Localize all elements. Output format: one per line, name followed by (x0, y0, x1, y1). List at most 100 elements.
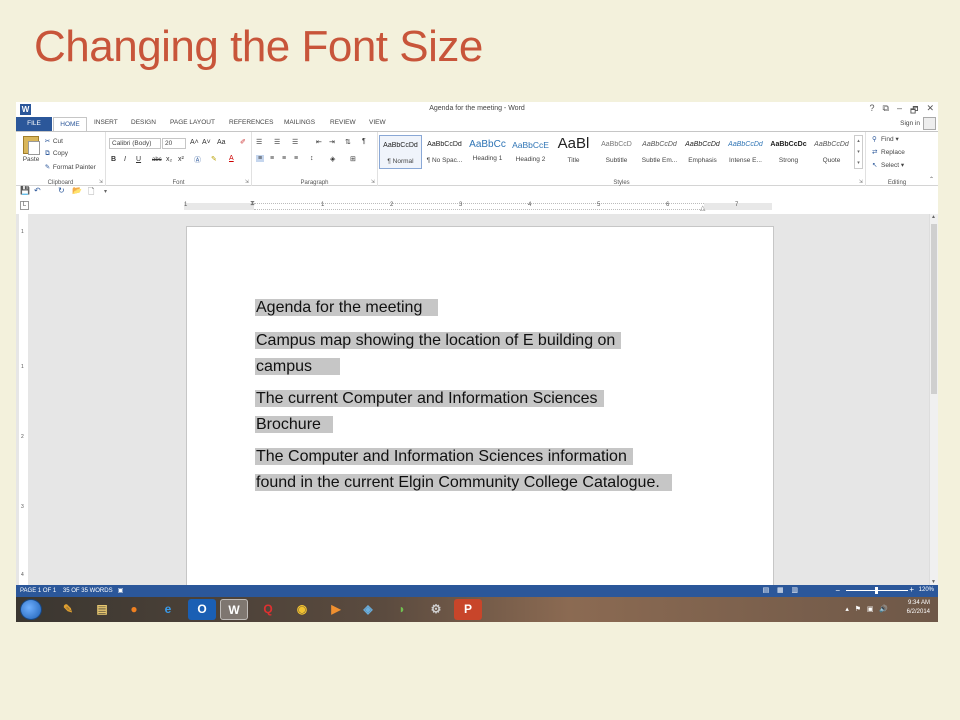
tab-mailings[interactable]: MAILINGS (284, 119, 315, 126)
tab-view[interactable]: VIEW (369, 119, 386, 126)
indent-marker-icon[interactable]: ⧗ (250, 200, 255, 208)
start-button[interactable] (20, 599, 42, 620)
network-icon[interactable]: ▣ (867, 606, 874, 613)
find-button[interactable]: ⚲ Find ▾ (872, 135, 899, 143)
borders-icon[interactable]: ⊞ (350, 155, 356, 163)
taskbar-app-media[interactable]: ▶ (322, 599, 350, 620)
font-launcher-icon[interactable]: ⇲ (245, 179, 249, 185)
taskbar-app-ie[interactable]: e (154, 599, 182, 620)
bold-button[interactable]: B (111, 156, 116, 163)
open-icon[interactable]: 📂 (72, 186, 82, 195)
select-button[interactable]: ↖ Select ▾ (872, 161, 904, 169)
styles-launcher-icon[interactable]: ⇲ (859, 179, 863, 185)
replace-button[interactable]: ⇄ Replace (872, 148, 905, 156)
font-name-box[interactable]: Calibri (Body) (109, 138, 161, 149)
numbering-icon[interactable]: ☰ (274, 138, 280, 146)
vertical-scrollbar[interactable]: ▲ ▼ (929, 214, 938, 585)
scroll-up-icon[interactable]: ▲ (931, 214, 936, 220)
change-case-button[interactable]: Aa (217, 139, 226, 146)
clipboard-launcher-icon[interactable]: ⇲ (99, 179, 103, 185)
highlight-icon[interactable]: ✎ (211, 155, 217, 163)
paste-button[interactable]: Paste (20, 136, 42, 172)
redo-icon[interactable]: ↻ (58, 186, 65, 195)
horizontal-ruler[interactable]: 1 1 2 3 4 5 6 7 ⧗ △ (184, 200, 772, 212)
strikethrough-button[interactable]: abc (152, 157, 162, 163)
style-strong[interactable]: AaBbCcDc Strong (767, 135, 810, 169)
align-center-icon[interactable]: ≡ (270, 155, 274, 162)
show-formatting-button[interactable]: ¶ (362, 138, 366, 145)
sign-in-link[interactable]: Sign in (900, 120, 920, 127)
flag-icon[interactable]: ⚑ (855, 606, 861, 613)
style-subtle-emphasis[interactable]: AaBbCcDd Subtle Em... (638, 135, 681, 169)
bullets-icon[interactable]: ☰ (256, 138, 262, 146)
taskbar-app-powerpoint[interactable]: P (454, 599, 482, 620)
right-indent-marker-icon[interactable]: △ (700, 204, 705, 212)
taskbar-app-word[interactable]: W (220, 599, 248, 620)
increase-indent-icon[interactable]: ⇥ (329, 138, 335, 146)
tab-references[interactable]: REFERENCES (229, 119, 273, 126)
align-left-icon[interactable]: ≡ (256, 155, 265, 162)
cut-button[interactable]: ✂ Cut (44, 137, 63, 145)
font-size-box[interactable]: 20 (162, 138, 186, 149)
explorer-icon[interactable]: ▤ (88, 599, 116, 620)
taskbar-app-outlook[interactable]: O (188, 599, 216, 620)
tab-page-layout[interactable]: PAGE LAYOUT (170, 119, 215, 126)
read-mode-icon[interactable]: ▤ (763, 587, 770, 594)
customize-qat-icon[interactable]: ▾ (104, 188, 107, 195)
style-title[interactable]: AaBl Title (552, 135, 595, 169)
undo-icon[interactable]: ↶ (34, 186, 41, 195)
zoom-slider-thumb[interactable] (875, 587, 878, 594)
tool-app-icon[interactable]: ⚙ (422, 599, 450, 620)
save-icon[interactable]: 💾 (20, 186, 30, 195)
italic-button[interactable]: I (124, 156, 126, 163)
clock[interactable]: 9:34 AM 6/2/2014 (907, 600, 930, 615)
style-heading-1[interactable]: AaBbCc Heading 1 (466, 135, 509, 169)
shrink-font-button[interactable]: A˅ (202, 139, 211, 146)
zoom-in-icon[interactable]: + (909, 585, 914, 594)
style-no-spacing[interactable]: AaBbCcDd ¶ No Spac... (423, 135, 466, 169)
tab-review[interactable]: REVIEW (330, 119, 356, 126)
tab-file[interactable]: FILE (16, 117, 52, 131)
decrease-indent-icon[interactable]: ⇤ (316, 138, 322, 146)
style-subtitle[interactable]: AaBbCcD Subtitle (595, 135, 638, 169)
clear-formatting-icon[interactable]: ✐ (240, 138, 246, 146)
vertical-ruler[interactable]: 1 1 2 3 4 (19, 214, 28, 585)
copy-button[interactable]: ⧉ Copy (44, 150, 68, 158)
style-normal[interactable]: AaBbCcDd ¶ Normal (379, 135, 422, 169)
format-painter-button[interactable]: ✎ Format Painter (44, 163, 96, 171)
text-effects-icon[interactable]: Ⓐ (194, 155, 201, 165)
volume-icon[interactable]: 🔊 (879, 606, 888, 613)
tray-expand-icon[interactable]: ▴ (845, 606, 849, 613)
justify-icon[interactable]: ≡ (294, 155, 298, 162)
taskbar-app-chrome[interactable]: ◉ (288, 599, 316, 620)
paragraph-campus-map[interactable]: Campus map showing the location of E bui… (255, 328, 622, 379)
multilevel-list-icon[interactable]: ☰ (292, 138, 298, 146)
underline-button[interactable]: U (136, 156, 141, 163)
web-layout-icon[interactable]: ▥ (791, 587, 798, 594)
word-count[interactable]: 35 OF 35 WORDS (63, 588, 113, 594)
zoom-out-icon[interactable]: − (835, 586, 840, 595)
print-layout-icon[interactable]: ▦ (777, 587, 784, 594)
tab-home[interactable]: HOME (53, 117, 87, 132)
grow-font-button[interactable]: A˄ (190, 139, 199, 146)
network-app-icon[interactable]: ◈ (354, 599, 382, 620)
style-quote[interactable]: AaBbCcDd Quote (810, 135, 853, 169)
style-intense-emphasis[interactable]: AaBbCcDd Intense E... (724, 135, 767, 169)
collapse-ribbon-icon[interactable]: ⌃ (929, 176, 934, 183)
paragraph-brochure[interactable]: The current Computer and Information Sci… (255, 386, 604, 437)
style-heading-2[interactable]: AaBbCcE Heading 2 (509, 135, 552, 169)
style-emphasis[interactable]: AaBbCcDd Emphasis (681, 135, 724, 169)
tab-design[interactable]: DESIGN (131, 119, 156, 126)
line-spacing-icon[interactable]: ↕ (310, 155, 314, 162)
superscript-button[interactable]: x² (178, 156, 184, 163)
proofing-icon[interactable]: ▣ (118, 588, 124, 594)
avatar[interactable] (923, 117, 936, 130)
paragraph-launcher-icon[interactable]: ⇲ (371, 179, 375, 185)
scrollbar-thumb[interactable] (931, 224, 937, 394)
paint-icon[interactable]: ✎ (54, 599, 82, 620)
styles-scroll-icon[interactable]: ▴ ▾ ▾ (854, 135, 863, 169)
subscript-button[interactable]: x₂ (166, 156, 172, 163)
shading-icon[interactable]: ◈ (330, 155, 335, 163)
taskbar-app-acrobat[interactable]: Q (254, 599, 282, 620)
paragraph-agenda[interactable]: Agenda for the meeting (255, 295, 439, 321)
